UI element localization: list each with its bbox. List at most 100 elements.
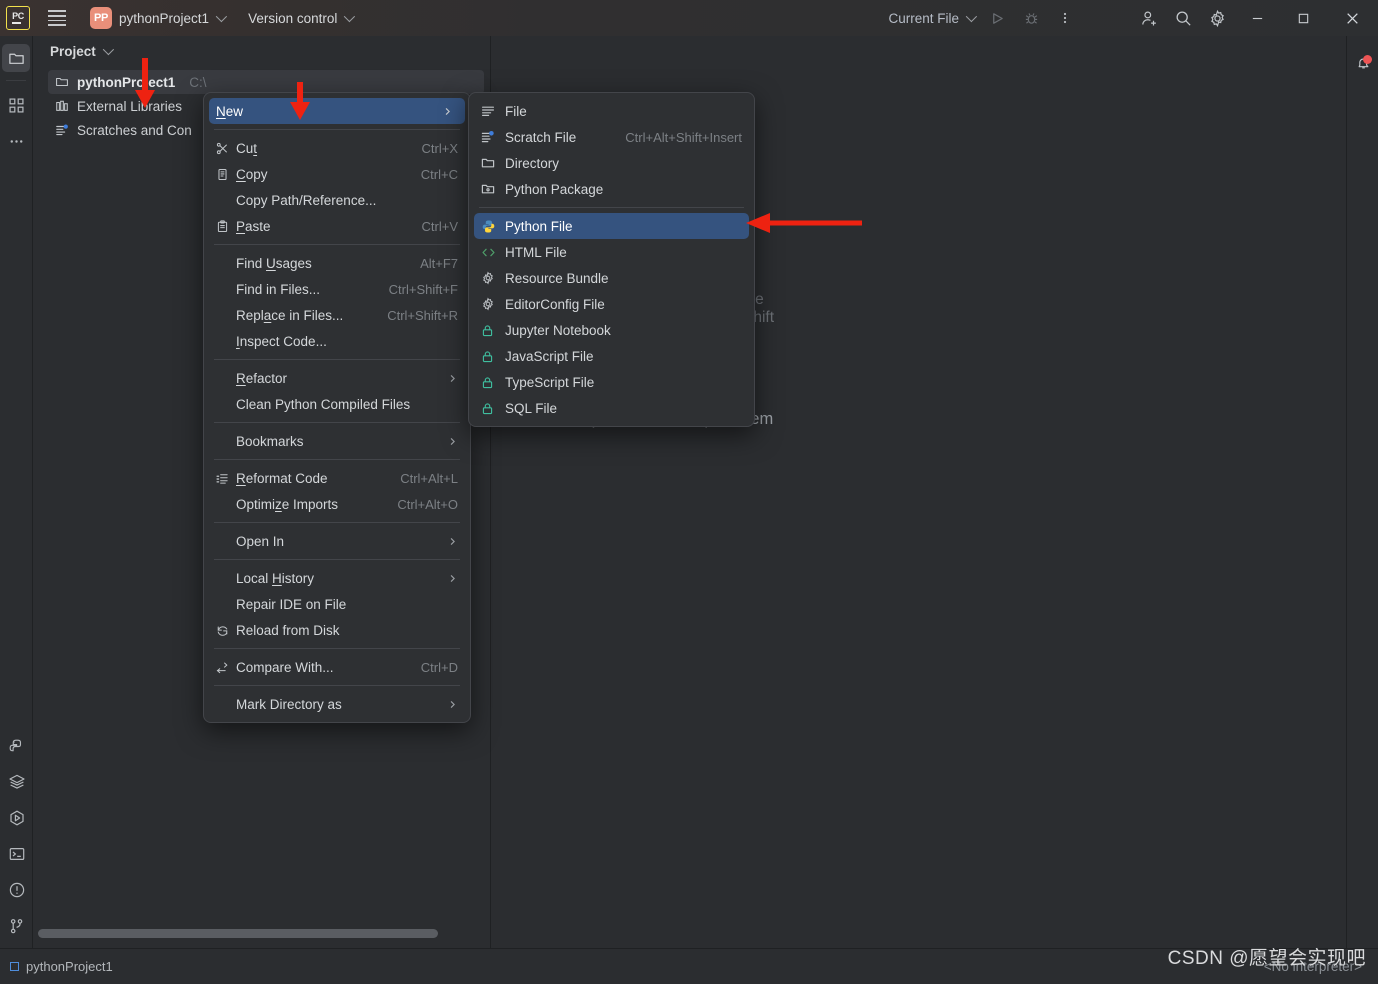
search-icon[interactable] <box>1166 1 1200 35</box>
reformat-icon <box>216 472 236 485</box>
menu-item-compare-with[interactable]: Compare With... Ctrl+D <box>204 654 470 680</box>
menu-separator <box>214 129 460 130</box>
submenu-item-html-file[interactable]: HTML File <box>469 239 754 265</box>
python-file-icon <box>481 219 505 234</box>
sidebar-item-run[interactable] <box>3 804 31 832</box>
submenu-item-label: Directory <box>505 155 560 171</box>
status-bar: pythonProject1 <No interpreter> <box>0 948 1378 984</box>
project-badge: PP <box>90 7 112 29</box>
menu-item-find-in-files[interactable]: Find in Files... Ctrl+Shift+F <box>204 276 470 302</box>
menu-item-label: Copy <box>236 166 268 182</box>
submenu-item-sql-file[interactable]: SQL File <box>469 395 754 421</box>
more-vertical-icon[interactable] <box>1048 1 1082 35</box>
menu-item-paste[interactable]: Paste Ctrl+V <box>204 213 470 239</box>
tree-item-label: Scratches and Con <box>77 122 192 138</box>
gear-icon[interactable] <box>1200 1 1234 35</box>
menu-item-shortcut: Ctrl+Alt+O <box>397 496 458 512</box>
main-menu-icon[interactable] <box>40 1 74 35</box>
minimize-button[interactable] <box>1234 0 1280 36</box>
menu-item-optimize-imports[interactable]: Optimize Imports Ctrl+Alt+O <box>204 491 470 517</box>
menu-separator <box>214 459 460 460</box>
menu-item-clean-python-compiled-files[interactable]: Clean Python Compiled Files <box>204 391 470 417</box>
menu-item-bookmarks[interactable]: Bookmarks <box>204 428 470 454</box>
menu-item-shortcut: Alt+F7 <box>420 255 458 271</box>
project-panel-scrollbar-track <box>38 929 486 938</box>
menu-item-shortcut: Ctrl+D <box>420 659 458 675</box>
chevron-down-icon <box>215 10 228 23</box>
menu-item-repair-ide-on-file[interactable]: Repair IDE on File <box>204 591 470 617</box>
menu-line <box>48 19 66 22</box>
submenu-item-directory[interactable]: Directory <box>469 150 754 176</box>
menu-separator <box>214 648 460 649</box>
menu-item-inspect-code[interactable]: Inspect Code... <box>204 328 470 354</box>
menu-item-shortcut: Ctrl+C <box>420 166 458 182</box>
run-icon[interactable] <box>980 1 1014 35</box>
menu-item-open-in[interactable]: Open In <box>204 528 470 554</box>
submenu-item-javascript-file[interactable]: JavaScript File <box>469 343 754 369</box>
project-panel-header[interactable]: Project <box>33 36 490 66</box>
interpreter-selector[interactable]: <No interpreter> <box>1264 959 1362 974</box>
run-configuration-label: Current File <box>888 10 959 26</box>
debug-icon[interactable] <box>1014 1 1048 35</box>
submenu-item-editorconfig-file[interactable]: EditorConfig File <box>469 291 754 317</box>
submenu-item-label: HTML File <box>505 244 567 260</box>
tree-item-path: C:\ <box>189 74 207 90</box>
menu-item-replace-in-files[interactable]: Replace in Files... Ctrl+Shift+R <box>204 302 470 328</box>
close-button[interactable] <box>1326 0 1378 36</box>
submenu-item-python-file[interactable]: Python File <box>474 213 749 239</box>
menu-item-copy-path-reference[interactable]: Copy Path/Reference... <box>204 187 470 213</box>
menu-item-new[interactable]: New <box>209 98 465 124</box>
menu-item-mark-directory-as[interactable]: Mark Directory as <box>204 691 470 717</box>
menu-item-cut[interactable]: Cut Ctrl+X <box>204 135 470 161</box>
menu-item-find-usages[interactable]: Find Usages Alt+F7 <box>204 250 470 276</box>
submenu-item-file[interactable]: File <box>469 98 754 124</box>
tree-item-label: External Libraries <box>77 98 183 114</box>
sidebar-item-more-tool-windows[interactable] <box>2 127 30 155</box>
submenu-item-resource-bundle[interactable]: Resource Bundle <box>469 265 754 291</box>
maximize-button[interactable] <box>1280 0 1326 36</box>
submenu-separator <box>479 207 744 208</box>
submenu-item-typescript-file[interactable]: TypeScript File <box>469 369 754 395</box>
submenu-item-label: Python File <box>505 218 573 234</box>
add-account-icon[interactable] <box>1132 1 1166 35</box>
sidebar-item-python-console[interactable] <box>3 732 31 760</box>
menu-item-reload-from-disk[interactable]: Reload from Disk <box>204 617 470 643</box>
sidebar-item-project[interactable] <box>2 44 30 72</box>
project-square-icon <box>10 962 19 971</box>
menu-item-local-history[interactable]: Local History <box>204 565 470 591</box>
submenu-item-jupyter-notebook[interactable]: Jupyter Notebook <box>469 317 754 343</box>
sidebar-item-python-packages[interactable] <box>3 768 31 796</box>
project-panel-scrollbar-thumb[interactable] <box>38 929 438 938</box>
submenu-item-python-package[interactable]: Python Package <box>469 176 754 202</box>
context-menu: New Cut Ctrl+X Copy Ctrl+C Copy Path/Ref… <box>203 92 471 723</box>
version-control-selector[interactable]: Version control <box>248 11 356 26</box>
lock-icon <box>481 350 505 363</box>
run-configuration-selector[interactable]: Current File <box>888 10 978 26</box>
submenu-item-label: JavaScript File <box>505 348 594 364</box>
bell-icon[interactable] <box>1347 48 1378 78</box>
sidebar-item-problems[interactable] <box>3 876 31 904</box>
library-icon <box>56 100 68 111</box>
menu-item-reformat-code[interactable]: Reformat Code Ctrl+Alt+L <box>204 465 470 491</box>
menu-item-label: Clean Python Compiled Files <box>236 396 411 412</box>
tree-item-project-root[interactable]: pythonProject1 C:\ <box>48 70 484 94</box>
menu-item-label: Inspect Code... <box>236 333 327 349</box>
menu-item-label: Find in Files... <box>236 281 321 297</box>
status-bar-project[interactable]: pythonProject1 <box>10 959 113 974</box>
submenu-item-label: TypeScript File <box>505 374 595 390</box>
sidebar-item-terminal[interactable] <box>3 840 31 868</box>
project-selector[interactable]: PP pythonProject1 <box>84 6 230 30</box>
menu-item-label: Refactor <box>236 370 288 386</box>
sidebar-item-version-control[interactable] <box>3 912 31 940</box>
sidebar-item-structure[interactable] <box>2 91 30 119</box>
menu-item-label: Open In <box>236 533 285 549</box>
menu-separator <box>214 422 460 423</box>
menu-item-refactor[interactable]: Refactor <box>204 365 470 391</box>
submenu-item-label: File <box>505 103 527 119</box>
submenu-item-scratch-file[interactable]: Scratch File Ctrl+Alt+Shift+Insert <box>469 124 754 150</box>
submenu-item-label: Resource Bundle <box>505 270 609 286</box>
menu-item-label: Copy Path/Reference... <box>236 192 377 208</box>
menu-separator <box>214 522 460 523</box>
menu-item-label: Optimize Imports <box>236 496 339 512</box>
menu-item-copy[interactable]: Copy Ctrl+C <box>204 161 470 187</box>
